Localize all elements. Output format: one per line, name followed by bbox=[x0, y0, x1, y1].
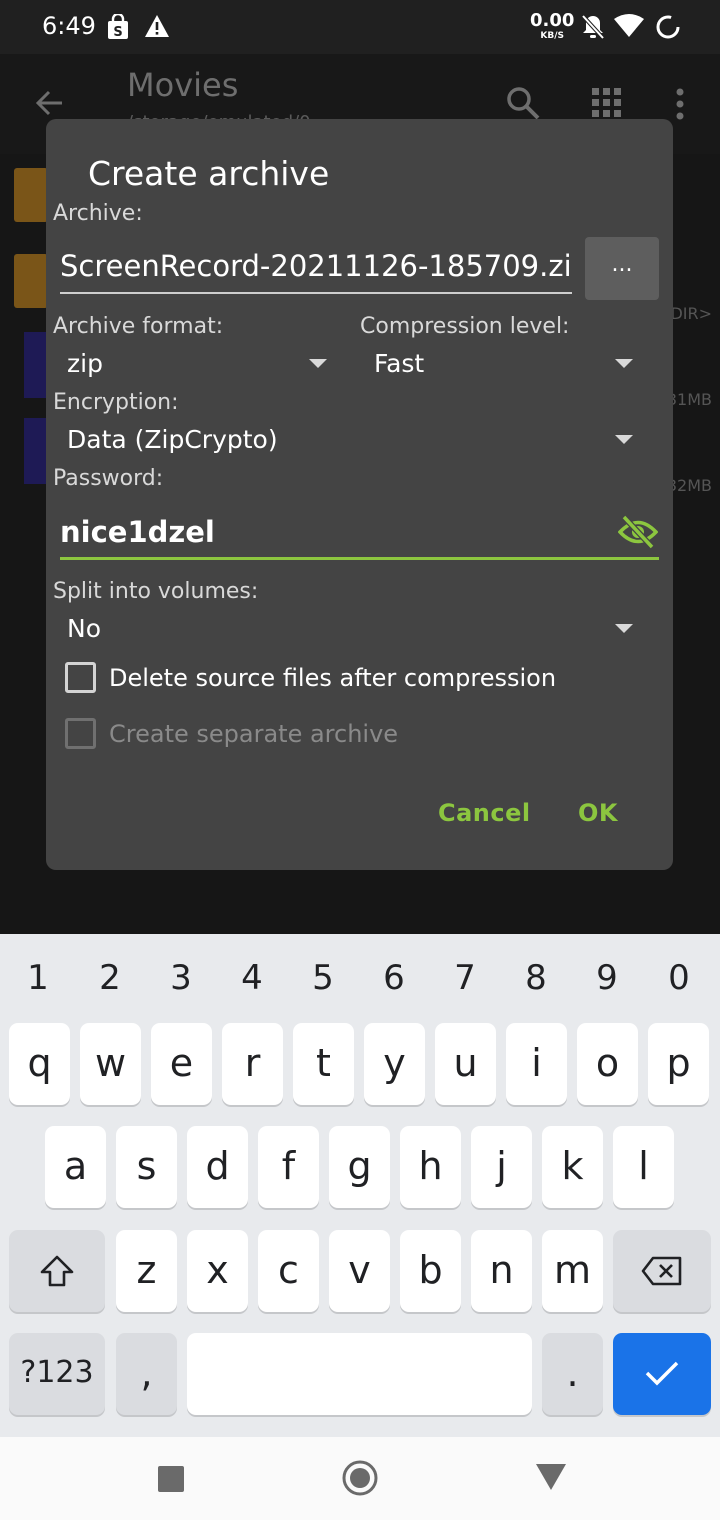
key-c[interactable]: c bbox=[258, 1230, 319, 1312]
key-p[interactable]: p bbox=[648, 1023, 709, 1105]
on-screen-keyboard: 1 2 3 4 5 6 7 8 9 0 q w e r t y u i o p … bbox=[0, 934, 720, 1437]
system-navigation-bar bbox=[0, 1437, 720, 1520]
archive-label: Archive: bbox=[53, 201, 143, 226]
key-t[interactable]: t bbox=[293, 1023, 354, 1105]
key-0[interactable]: 0 bbox=[649, 958, 709, 998]
more-options-icon[interactable] bbox=[674, 88, 686, 120]
home-icon[interactable] bbox=[341, 1459, 379, 1497]
archive-name-input[interactable]: ScreenRecord-20211126-185709.zip bbox=[60, 249, 572, 283]
key-d[interactable]: d bbox=[187, 1126, 248, 1208]
key-x[interactable]: x bbox=[187, 1230, 248, 1312]
status-bar: 6:49 S 0.00 KB/S bbox=[0, 0, 720, 54]
grid-view-icon[interactable] bbox=[592, 88, 622, 118]
key-k[interactable]: k bbox=[542, 1126, 603, 1208]
key-q[interactable]: q bbox=[9, 1023, 70, 1105]
folder-icon bbox=[14, 254, 48, 308]
period-key[interactable]: . bbox=[542, 1333, 603, 1415]
checkmark-icon bbox=[645, 1361, 679, 1386]
dialog-title: Create archive bbox=[88, 154, 330, 193]
key-a[interactable]: a bbox=[45, 1126, 106, 1208]
key-v[interactable]: v bbox=[329, 1230, 390, 1312]
key-5[interactable]: 5 bbox=[293, 958, 353, 998]
key-w[interactable]: w bbox=[80, 1023, 141, 1105]
split-volumes-label: Split into volumes: bbox=[53, 579, 259, 604]
split-volumes-value: No bbox=[67, 614, 101, 643]
compression-level-label: Compression level: bbox=[360, 314, 570, 339]
compression-level-value: Fast bbox=[374, 349, 425, 378]
password-underline bbox=[60, 557, 659, 560]
key-e[interactable]: e bbox=[151, 1023, 212, 1105]
key-h[interactable]: h bbox=[400, 1126, 461, 1208]
status-time: 6:49 bbox=[42, 12, 96, 40]
key-7[interactable]: 7 bbox=[435, 958, 495, 998]
battery-saver-icon bbox=[656, 15, 680, 39]
create-archive-dialog: Create archive Archive: ScreenRecord-202… bbox=[46, 119, 673, 870]
key-z[interactable]: z bbox=[116, 1230, 177, 1312]
svg-text:S: S bbox=[113, 25, 122, 40]
recents-icon[interactable] bbox=[157, 1465, 185, 1493]
key-2[interactable]: 2 bbox=[80, 958, 140, 998]
cancel-button[interactable]: Cancel bbox=[438, 799, 531, 827]
list-item-meta: 32MB bbox=[666, 476, 712, 495]
network-speed: 0.00 KB/S bbox=[530, 10, 575, 41]
key-j[interactable]: j bbox=[471, 1126, 532, 1208]
archive-format-label: Archive format: bbox=[53, 314, 224, 339]
search-icon[interactable] bbox=[506, 86, 540, 120]
chevron-down-icon bbox=[615, 624, 633, 633]
key-n[interactable]: n bbox=[471, 1230, 532, 1312]
chevron-down-icon bbox=[615, 359, 633, 368]
folder-title: Movies bbox=[127, 66, 239, 104]
key-6[interactable]: 6 bbox=[364, 958, 424, 998]
archive-format-value: zip bbox=[67, 349, 103, 378]
encryption-value: Data (ZipCrypto) bbox=[67, 425, 278, 454]
back-arrow-icon[interactable] bbox=[34, 88, 64, 118]
key-g[interactable]: g bbox=[329, 1126, 390, 1208]
comma-key[interactable]: , bbox=[116, 1333, 177, 1415]
key-8[interactable]: 8 bbox=[506, 958, 566, 998]
separate-archive-checkbox bbox=[65, 718, 96, 749]
key-o[interactable]: o bbox=[577, 1023, 638, 1105]
key-1[interactable]: 1 bbox=[8, 958, 68, 998]
key-y[interactable]: y bbox=[364, 1023, 425, 1105]
password-input[interactable]: nice1dzel bbox=[60, 515, 600, 549]
backspace-key[interactable] bbox=[613, 1230, 711, 1312]
backspace-icon bbox=[641, 1256, 682, 1286]
key-s[interactable]: s bbox=[116, 1126, 177, 1208]
ok-button[interactable]: OK bbox=[578, 799, 618, 827]
shopping-bag-icon: S bbox=[108, 14, 128, 40]
browse-button[interactable]: ... bbox=[585, 237, 659, 300]
key-f[interactable]: f bbox=[258, 1126, 319, 1208]
key-3[interactable]: 3 bbox=[151, 958, 211, 998]
notifications-off-icon bbox=[581, 14, 605, 40]
folder-icon bbox=[14, 168, 48, 222]
video-thumbnail bbox=[24, 418, 48, 484]
key-9[interactable]: 9 bbox=[577, 958, 637, 998]
key-u[interactable]: u bbox=[435, 1023, 496, 1105]
delete-source-label: Delete source files after compression bbox=[109, 664, 557, 692]
warning-icon bbox=[145, 15, 169, 37]
encryption-label: Encryption: bbox=[53, 390, 179, 415]
shift-key[interactable] bbox=[9, 1230, 105, 1312]
password-label: Password: bbox=[53, 466, 164, 491]
key-r[interactable]: r bbox=[222, 1023, 283, 1105]
visibility-off-icon[interactable] bbox=[618, 515, 658, 549]
enter-key[interactable] bbox=[613, 1333, 711, 1415]
space-key[interactable] bbox=[187, 1333, 532, 1415]
chevron-down-icon bbox=[309, 359, 327, 368]
video-thumbnail bbox=[24, 332, 48, 398]
shift-icon bbox=[40, 1255, 74, 1287]
key-l[interactable]: l bbox=[613, 1126, 674, 1208]
wifi-icon bbox=[614, 14, 644, 37]
separate-archive-label: Create separate archive bbox=[109, 720, 399, 748]
key-b[interactable]: b bbox=[400, 1230, 461, 1312]
delete-source-checkbox[interactable] bbox=[65, 662, 96, 693]
key-m[interactable]: m bbox=[542, 1230, 603, 1312]
back-triangle-icon[interactable] bbox=[535, 1463, 567, 1491]
key-4[interactable]: 4 bbox=[222, 958, 282, 998]
key-i[interactable]: i bbox=[506, 1023, 567, 1105]
symbols-key[interactable]: ?123 bbox=[9, 1333, 105, 1415]
chevron-down-icon bbox=[615, 435, 633, 444]
archive-name-underline bbox=[60, 292, 572, 294]
list-item-meta: 31MB bbox=[666, 390, 712, 409]
